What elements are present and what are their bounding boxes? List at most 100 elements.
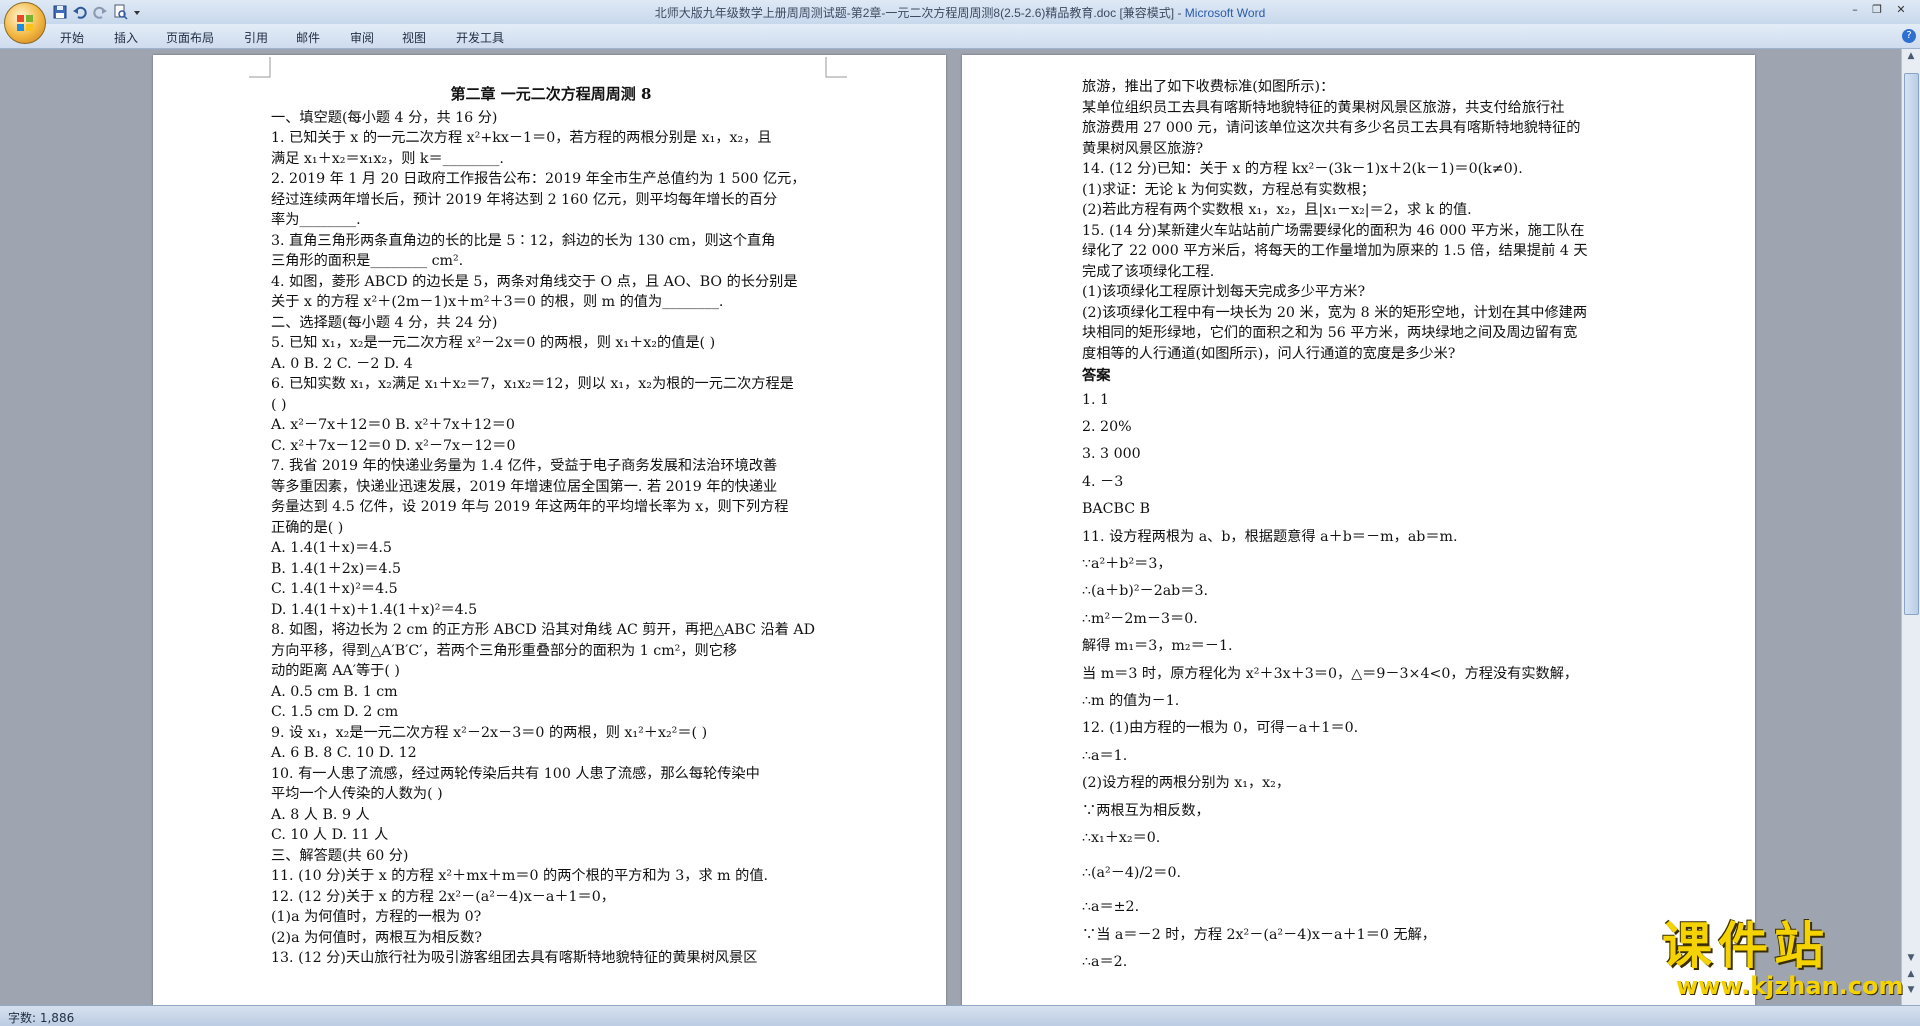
tab-page-layout[interactable]: 页面布局 — [166, 29, 214, 46]
answer-line: ∵当 a＝－2 时，方程 2x²－(a²－4)x－a＋1＝0 无解， — [1082, 926, 1436, 943]
text-line: 8. 如图，将边长为 2 cm 的正方形 ABCD 沿其对角线 AC 剪开，再把… — [271, 622, 815, 638]
page-1-text: 第二章 一元二次方程周周测 8 一、填空题(每小题 4 分，共 16 分) 1.… — [271, 84, 831, 969]
section-heading: 三、解答题(共 60 分) — [271, 847, 409, 864]
text-line: (1)该项绿化工程原计划每天完成多少平方米? — [1082, 284, 1366, 300]
window-title: 北师大版九年级数学上册周周测试题-第2章-一元二次方程周周测8(2.5-2.6)… — [0, 4, 1920, 21]
tab-developer[interactable]: 开发工具 — [456, 29, 504, 46]
section-heading: 二、选择题(每小题 4 分，共 24 分) — [271, 314, 498, 331]
text-line: 度相等的人行通道(如图所示)，问人行通道的宽度是多少米? — [1082, 345, 1456, 362]
text-line: C. 1.4(1＋x)²＝4.5 — [271, 581, 398, 597]
margin-mark — [249, 57, 271, 78]
answer-line: ∴m 的值为－1. — [1082, 692, 1180, 709]
tab-references[interactable]: 引用 — [244, 29, 268, 46]
text-line: A. 8 人 B. 9 人 — [271, 806, 370, 823]
text-line: (1)求证：无论 k 为何实数，方程总有实数根； — [1082, 181, 1376, 198]
watermark-logo: 课件站 www.kjzhan.com — [1662, 917, 1903, 1004]
text-line: 6. 已知实数 x₁，x₂满足 x₁＋x₂＝7，x₁x₂＝12，则以 x₁，x₂… — [271, 376, 794, 392]
tab-view[interactable]: 视图 — [402, 29, 426, 46]
document-title: 北师大版九年级数学上册周周测试题-第2章-一元二次方程周周测8(2.5-2.6)… — [654, 6, 1185, 20]
answer-line: ∴(a²－4)/2＝0. — [1082, 865, 1181, 882]
text-line: 务量达到 4.5 亿件，设 2019 年与 2019 年这两年的平均增长率为 x… — [271, 499, 789, 515]
text-line: 完成了该项绿化工程. — [1082, 263, 1215, 280]
text-line: (2)该项绿化工程中有一块长为 20 米，宽为 8 米的矩形空地，计划在其中修建… — [1082, 304, 1588, 321]
text-line: 方向平移，得到△A′B′C′，若两个三角形重叠部分的面积为 1 cm²，则它移 — [271, 642, 738, 659]
text-line: D. 1.4(1＋x)＋1.4(1＋x)²＝4.5 — [271, 601, 478, 618]
scroll-down-icon[interactable]: ▼ — [1904, 953, 1918, 965]
watermark-brand: 课件站 — [1662, 917, 1830, 975]
text-line: 动的距离 AA′等于( ) — [271, 663, 400, 679]
restore-button[interactable]: ❐ — [1870, 3, 1884, 17]
scroll-thumb[interactable] — [1904, 73, 1919, 615]
text-line: 1. 已知关于 x 的一元二次方程 x²+kx－1＝0，若方程的两根分别是 x₁… — [271, 130, 772, 146]
text-line: B. 1.4(1＋2x)＝4.5 — [271, 560, 402, 577]
previous-page-icon[interactable]: ▲ — [1904, 969, 1918, 981]
section-heading: 一、填空题(每小题 4 分，共 16 分) — [271, 109, 498, 126]
save-icon[interactable] — [52, 4, 68, 20]
tab-insert[interactable]: 插入 — [114, 29, 138, 46]
office-button[interactable] — [4, 2, 46, 44]
scroll-up-icon[interactable]: ▲ — [1904, 51, 1918, 63]
text-line: 率为________. — [271, 212, 361, 228]
text-line: 三角形的面积是________ cm². — [271, 253, 464, 269]
answer-line: 解得 m₁＝3，m₂＝－1. — [1082, 638, 1233, 655]
text-line: A. 6 B. 8 C. 10 D. 12 — [271, 745, 417, 761]
minimize-button[interactable]: – — [1848, 3, 1862, 17]
text-line: 13. (12 分)天山旅行社为吸引游客组团去具有喀斯特地貌特征的黄果树风景区 — [271, 950, 758, 966]
answer-line: 2. 20% — [1082, 418, 1132, 435]
text-line: A. 1.4(1＋x)＝4.5 — [271, 540, 392, 556]
text-line: 14. (12 分)已知：关于 x 的方程 kx²－(3k－1)x＋2(k－1)… — [1082, 161, 1523, 177]
document-page-2[interactable]: 旅游，推出了如下收费标准(如图所示)： 某单位组织员工去具有喀斯特地貌特征的黄果… — [962, 55, 1755, 1011]
text-line: A. 0.5 cm B. 1 cm — [271, 683, 398, 700]
text-line: 15. (14 分)某新建火车站站前广场需要绿化的面积为 46 000 平方米，… — [1082, 222, 1585, 239]
text-line: 旅游费用 27 000 元，请问该单位这次共有多少名员工去具有喀斯特地貌特征的 — [1082, 120, 1581, 136]
page-2-text: 旅游，推出了如下收费标准(如图所示)： 某单位组织员工去具有喀斯特地貌特征的黄果… — [1082, 77, 1652, 977]
text-line: 黄果树风景区旅游? — [1082, 140, 1204, 157]
text-line: (2)若此方程有两个实数根 x₁，x₂，且|x₁－x₂|＝2，求 k 的值. — [1082, 202, 1472, 218]
text-line: 绿化了 22 000 平方米后，将每天的工作量增加为原来的 1.5 倍，结果提前… — [1082, 243, 1588, 259]
answer-line: 12. (1)由方程的一根为 0，可得－a＋1＝0. — [1082, 720, 1359, 737]
word-count[interactable]: 字数: 1,886 — [8, 1009, 74, 1026]
answer-line: BACBC B — [1082, 501, 1151, 518]
app-name: Microsoft Word — [1184, 6, 1266, 20]
text-line: 正确的是( ) — [271, 519, 344, 536]
next-page-icon[interactable]: ▼ — [1904, 985, 1918, 997]
text-line: C. 10 人 D. 11 人 — [271, 827, 389, 843]
text-line: 关于 x 的方程 x²＋(2m－1)x＋m²＋3＝0 的根，则 m 的值为___… — [271, 294, 724, 310]
text-line: ( ) — [271, 396, 287, 413]
text-line: 4. 如图，菱形 ABCD 的边长是 5，两条对角线交于 O 点，且 AO、BO… — [271, 273, 798, 290]
text-line: 5. 已知 x₁，x₂是一元二次方程 x²－2x＝0 的两根，则 x₁＋x₂的值… — [271, 335, 716, 351]
close-button[interactable]: ✕ — [1894, 3, 1908, 17]
status-bar: 字数: 1,886 — [0, 1005, 1920, 1026]
text-line: 满足 x₁＋x₂＝x₁x₂，则 k＝________. — [271, 150, 504, 167]
text-line: 等多重因素，快递业迅速发展，2019 年增速位居全国第一. 若 2019 年的快… — [271, 478, 778, 495]
answer-line: ∴(a＋b)²－2ab＝3. — [1082, 583, 1208, 600]
tab-home[interactable]: 开始 — [60, 29, 84, 46]
text-line: 9. 设 x₁，x₂是一元二次方程 x²－2x－3＝0 的两根，则 x₁²＋x₂… — [271, 724, 708, 741]
customize-qat-icon[interactable] — [132, 4, 142, 20]
answers-heading: 答案 — [1082, 368, 1111, 384]
vertical-scrollbar[interactable]: ▲ ▼ ▲ ▼ — [1901, 49, 1920, 1005]
margin-mark — [825, 57, 847, 78]
tab-mailings[interactable]: 邮件 — [296, 29, 320, 46]
text-line: 平均一个人传染的人数为( ) — [271, 786, 443, 802]
answer-line: 3. 3 000 — [1082, 446, 1141, 463]
undo-icon[interactable] — [72, 4, 88, 20]
document-area: 第二章 一元二次方程周周测 8 一、填空题(每小题 4 分，共 16 分) 1.… — [0, 49, 1902, 1011]
document-page-1[interactable]: 第二章 一元二次方程周周测 8 一、填空题(每小题 4 分，共 16 分) 1.… — [153, 55, 946, 1011]
text-line: A. 0 B. 2 C. －2 D. 4 — [271, 355, 413, 372]
page-title: 第二章 一元二次方程周周测 8 — [450, 85, 652, 103]
tab-review[interactable]: 审阅 — [350, 29, 374, 46]
redo-icon[interactable] — [92, 4, 108, 20]
answer-line: 4. －3 — [1082, 473, 1124, 490]
text-line: 12. (12 分)关于 x 的方程 2x²－(a²－4)x－a＋1＝0， — [271, 888, 615, 905]
text-line: 11. (10 分)关于 x 的方程 x²＋mx＋m＝0 的两个根的平方和为 3… — [271, 868, 769, 884]
text-line: 2. 2019 年 1 月 20 日政府工作报告公布：2019 年全市生产总值约… — [271, 171, 806, 187]
help-icon[interactable]: ? — [1902, 29, 1916, 43]
ribbon-tab-bar: 开始 插入 页面布局 引用 邮件 审阅 视图 开发工具 ? — [0, 24, 1920, 49]
print-preview-icon[interactable] — [112, 4, 128, 20]
text-line: 某单位组织员工去具有喀斯特地貌特征的黄果树风景区旅游，共支付给旅行社 — [1082, 99, 1565, 116]
title-bar: 北师大版九年级数学上册周周测试题-第2章-一元二次方程周周测8(2.5-2.6)… — [0, 0, 1920, 24]
text-line: C. 1.5 cm D. 2 cm — [271, 704, 399, 720]
text-line: 10. 有一人患了流感，经过两轮传染后共有 100 人患了流感，那么每轮传染中 — [271, 765, 760, 782]
answer-line: ∴a＝±2. — [1082, 899, 1140, 916]
